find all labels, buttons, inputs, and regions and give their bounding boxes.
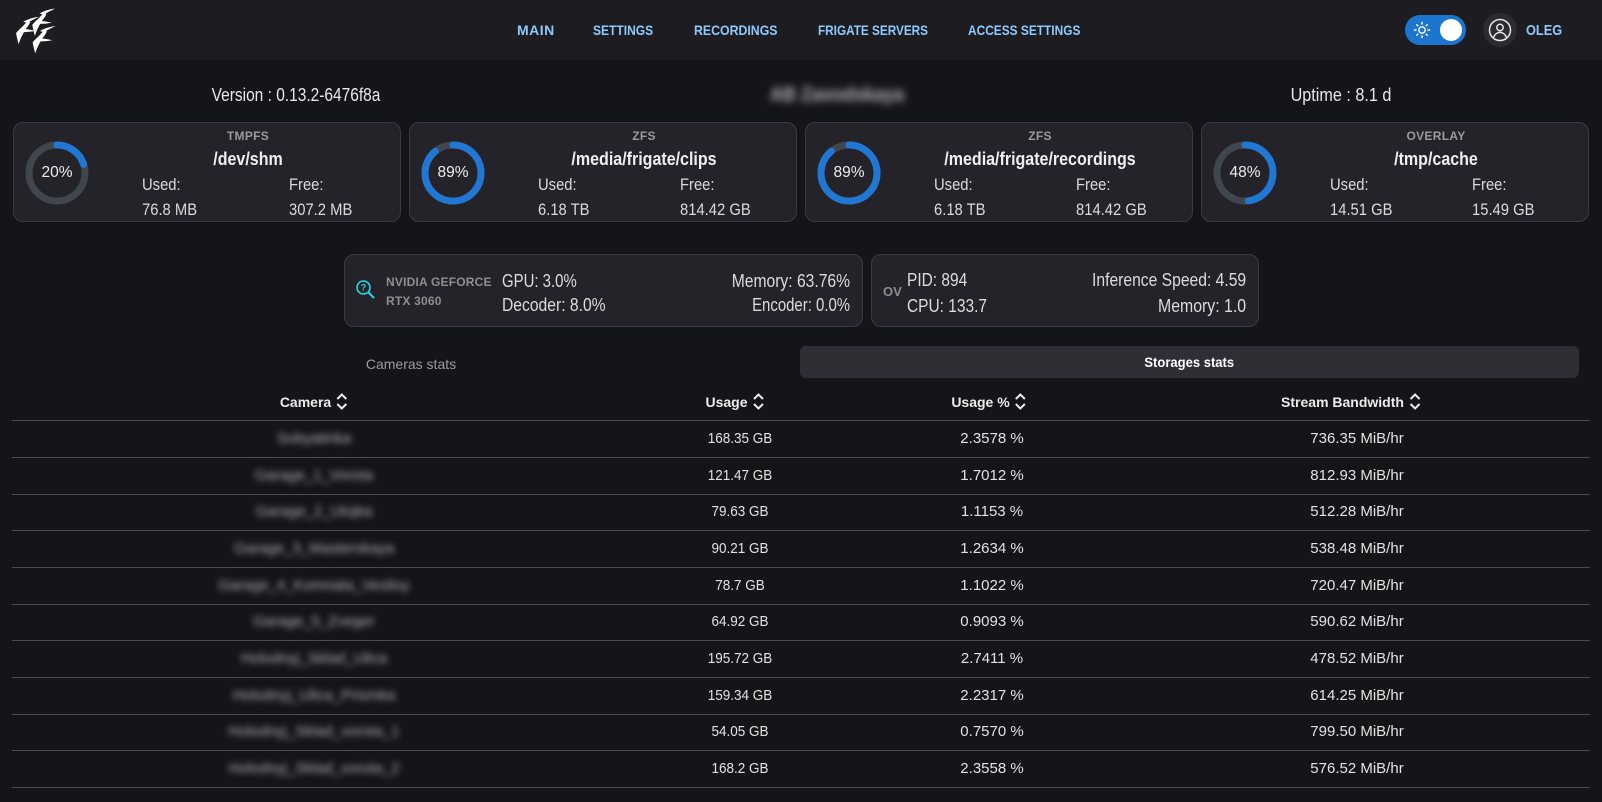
svg-text:?: ? <box>361 283 367 293</box>
